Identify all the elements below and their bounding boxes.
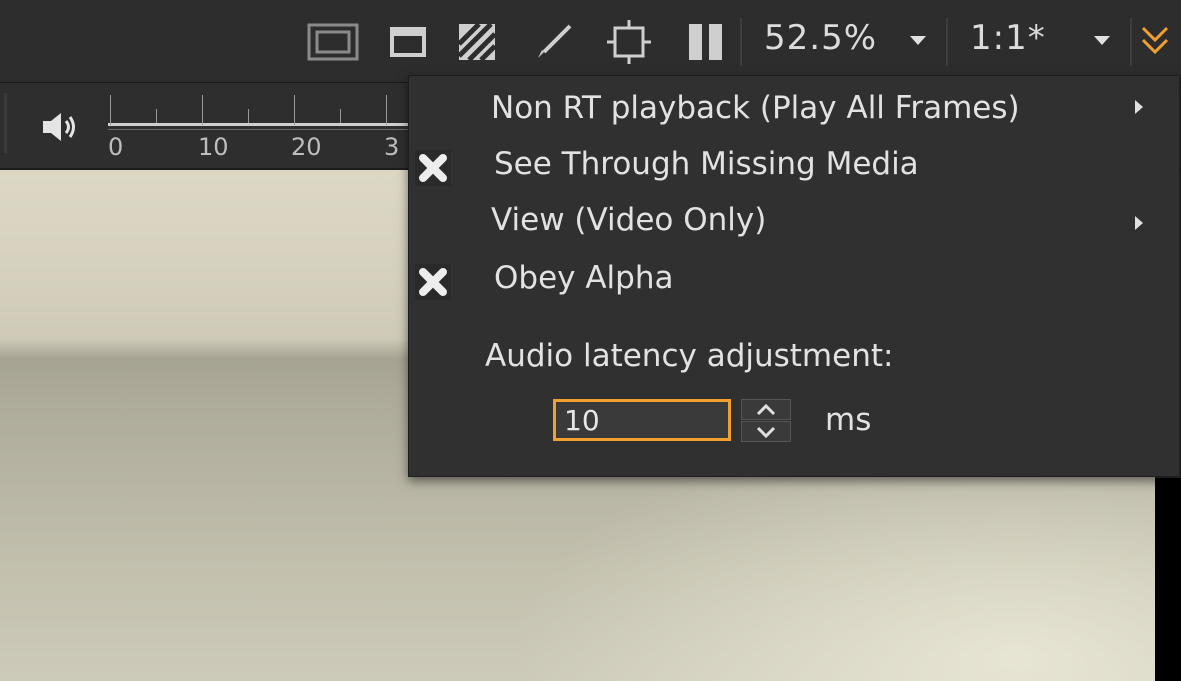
- latency-unit-label: ms: [825, 402, 872, 438]
- checkmark-x-icon: [415, 264, 451, 300]
- toolbar-separator: [1130, 18, 1132, 66]
- submenu-arrow-icon: [1135, 216, 1143, 230]
- ratio-dropdown-arrow-icon[interactable]: [1094, 36, 1110, 45]
- square-icon[interactable]: [388, 22, 428, 62]
- audio-latency-stepper: [741, 399, 791, 443]
- menu-item-label: View (Video Only): [491, 202, 767, 238]
- ruler-minor-tick: [156, 109, 157, 123]
- stepper-down-button[interactable]: [741, 421, 791, 442]
- audio-latency-label: Audio latency adjustment:: [485, 338, 894, 374]
- viewer-toolbar: 52.5% 1:1*: [0, 0, 1181, 83]
- timeline-edge: [4, 93, 7, 153]
- zoom-dropdown-arrow-icon[interactable]: [910, 36, 926, 45]
- toolbar-separator: [946, 18, 948, 66]
- ruler-major-tick: [386, 95, 387, 125]
- menu-item-label: See Through Missing Media: [494, 146, 919, 182]
- pause-icon[interactable]: [686, 22, 726, 62]
- ratio-value[interactable]: 1:1*: [970, 18, 1046, 58]
- timeline-ruler[interactable]: [108, 123, 428, 126]
- audio-latency-input[interactable]: 10: [553, 399, 731, 441]
- double-chevron-down-icon[interactable]: [1138, 22, 1172, 62]
- submenu-arrow-icon: [1135, 100, 1143, 114]
- ruler-major-tick: [294, 95, 295, 125]
- ruler-tick-label: 20: [291, 133, 322, 161]
- menu-item-label: Non RT playback (Play All Frames): [491, 90, 1020, 126]
- menu-item-obey-alpha[interactable]: Obey Alpha: [409, 252, 1179, 308]
- menu-item-non-rt-playback[interactable]: Non RT playback (Play All Frames): [409, 80, 1179, 136]
- safe-area-icon[interactable]: [306, 22, 360, 62]
- ruler-tick-label: 3: [384, 133, 400, 161]
- brush-icon[interactable]: [534, 22, 574, 62]
- hatch-icon[interactable]: [456, 22, 498, 62]
- toolbar-separator: [740, 18, 742, 66]
- timeline-ruler-shadow: [108, 129, 428, 130]
- menu-item-label: Obey Alpha: [494, 260, 674, 296]
- ruler-tick-label: 0: [108, 133, 124, 161]
- ruler-major-tick: [110, 95, 111, 125]
- viewer-options-menu: Non RT playback (Play All Frames) See Th…: [408, 75, 1180, 477]
- checkmark-x-icon: [415, 150, 451, 186]
- ruler-tick-label: 10: [198, 133, 229, 161]
- ruler-minor-tick: [340, 109, 341, 123]
- ruler-major-tick: [202, 95, 203, 125]
- video-frame-border: [1155, 478, 1181, 681]
- menu-item-view-video-only[interactable]: View (Video Only): [409, 196, 1179, 252]
- menu-item-see-through-missing-media[interactable]: See Through Missing Media: [409, 138, 1179, 194]
- speaker-icon[interactable]: [40, 107, 80, 147]
- zoom-value[interactable]: 52.5%: [764, 18, 877, 58]
- stepper-up-button[interactable]: [741, 399, 791, 420]
- crop-icon[interactable]: [606, 20, 652, 64]
- ruler-minor-tick: [248, 109, 249, 123]
